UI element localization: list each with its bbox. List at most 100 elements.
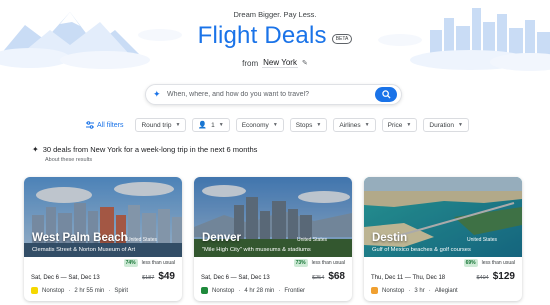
stops-info: Nonstop: [42, 287, 65, 294]
results-summary: ✦ 30 deals from New York for a week-long…: [32, 145, 257, 154]
stops-label: Stops: [295, 121, 313, 129]
destination-description: "Mile High City" with museums & stadiums: [202, 247, 311, 253]
all-filters-button[interactable]: All filters: [86, 121, 123, 129]
trip-dates: Thu, Dec 11 — Thu, Dec 18: [371, 275, 446, 281]
flight-info: Nonstop · 4 hr 28 min · Frontier: [201, 287, 305, 294]
destination-description: Gulf of Mexico beaches & golf courses: [372, 247, 471, 253]
cabin-class-label: Economy: [241, 121, 269, 129]
airline-name: Frontier: [284, 287, 306, 294]
deal-card[interactable]: West Palm Beach United States Clematis S…: [24, 177, 182, 301]
destination-image: Denver United States "Mile High City" wi…: [194, 177, 352, 257]
destination-country: United States: [296, 237, 327, 243]
separator: ·: [238, 287, 241, 294]
trip-type-label: Round trip: [141, 121, 172, 129]
trip-dates: Sat, Dec 6 — Sat, Dec 13: [31, 275, 100, 281]
price-label: Price: [387, 121, 403, 129]
separator: ·: [428, 287, 431, 294]
discount-percent: 69%: [463, 259, 478, 267]
destination-country: United States: [466, 237, 497, 243]
flight-duration: 3 hr: [414, 287, 425, 294]
deal-card[interactable]: Denver United States "Mile High City" wi…: [194, 177, 352, 301]
price-block: $187 $49: [142, 271, 175, 282]
chevron-down-icon: ▼: [316, 122, 322, 128]
destination-city: Denver: [202, 232, 241, 244]
discount-text: less than usual: [141, 260, 175, 266]
deal-price: $129: [492, 271, 515, 282]
usual-price: $187: [142, 275, 155, 281]
discount-text: less than usual: [481, 260, 515, 266]
beta-badge: BETA: [331, 34, 353, 44]
separator: ·: [68, 287, 71, 294]
separator: ·: [108, 287, 111, 294]
trip-type-dropdown[interactable]: Round trip ▼: [135, 118, 187, 132]
origin-selector: from New York ✎: [0, 58, 550, 68]
search-bar: ✦: [145, 84, 402, 105]
usual-price: $254: [312, 275, 325, 281]
stops-info: Nonstop: [212, 287, 235, 294]
trip-dates: Sat, Dec 6 — Sat, Dec 13: [201, 275, 270, 281]
chevron-down-icon: ▼: [272, 122, 278, 128]
chevron-down-icon: ▼: [175, 122, 181, 128]
flight-info: Nonstop · 3 hr · Allegiant: [371, 287, 458, 294]
deal-card[interactable]: Destin United States Gulf of Mexico beac…: [364, 177, 522, 301]
sparkle-icon: ✦: [32, 145, 39, 154]
price-filter[interactable]: Price ▼: [381, 118, 418, 132]
deal-price: $68: [328, 271, 345, 282]
chevron-down-icon: ▼: [406, 122, 412, 128]
flight-duration: 2 hr 55 min: [74, 287, 105, 294]
page-title: Flight Deals: [197, 22, 327, 49]
destination-image: Destin United States Gulf of Mexico beac…: [364, 177, 522, 257]
airlines-label: Airlines: [339, 121, 361, 129]
cabin-class-dropdown[interactable]: Economy ▼: [235, 118, 284, 132]
tagline: Dream Bigger. Pay Less.: [233, 10, 317, 19]
discount-badge: 69% less than usual: [463, 259, 515, 267]
destination-city: Destin: [372, 232, 408, 244]
airline-name: Spirit: [114, 287, 129, 294]
airline-logo-icon: [31, 287, 38, 294]
all-filters-label: All filters: [97, 121, 124, 129]
from-label: from: [242, 58, 259, 68]
destination-country: United States: [126, 237, 157, 243]
origin-city-field[interactable]: New York: [262, 58, 298, 68]
chevron-down-icon: ▼: [457, 122, 463, 128]
airline-logo-icon: [201, 287, 208, 294]
deal-price: $49: [158, 271, 175, 282]
sparkle-icon: ✦: [153, 89, 161, 99]
separator: ·: [278, 287, 281, 294]
airline-logo-icon: [371, 287, 378, 294]
filters-icon: [86, 121, 94, 129]
chevron-down-icon: ▼: [218, 122, 224, 128]
title-row: Flight Deals BETA: [0, 22, 550, 50]
price-block: $404 $129: [477, 271, 516, 282]
usual-price: $404: [476, 275, 489, 281]
deals-list: West Palm Beach United States Clematis S…: [24, 177, 526, 301]
duration-filter[interactable]: Duration ▼: [423, 118, 469, 132]
search-button[interactable]: [375, 87, 397, 102]
discount-text: less than usual: [311, 260, 345, 266]
filter-bar: All filters Round trip ▼ 👤 1 ▼ Economy ▼…: [86, 118, 469, 132]
stops-filter[interactable]: Stops ▼: [289, 118, 328, 132]
discount-badge: 73% less than usual: [293, 259, 345, 267]
discount-percent: 73%: [293, 259, 308, 267]
duration-label: Duration: [429, 121, 454, 129]
airlines-filter[interactable]: Airlines ▼: [333, 118, 376, 132]
about-results-link[interactable]: About these results: [45, 157, 92, 163]
separator: ·: [408, 287, 411, 294]
search-icon: [381, 90, 391, 99]
results-summary-text: 30 deals from New York for a week-long t…: [42, 145, 258, 154]
passengers-label: 1: [211, 121, 215, 129]
discount-percent: 74%: [123, 259, 138, 267]
search-input[interactable]: [167, 91, 375, 98]
discount-badge: 74% less than usual: [123, 259, 175, 267]
destination-description: Clematis Street & Norton Museum of Art: [32, 247, 136, 253]
person-icon: 👤: [198, 122, 208, 129]
destination-city: West Palm Beach: [32, 232, 128, 244]
chevron-down-icon: ▼: [364, 122, 370, 128]
stops-info: Nonstop: [382, 287, 405, 294]
destination-image: West Palm Beach United States Clematis S…: [24, 177, 182, 257]
price-block: $254 $68: [312, 271, 345, 282]
passengers-dropdown[interactable]: 👤 1 ▼: [192, 118, 230, 132]
edit-pencil-icon[interactable]: ✎: [302, 59, 308, 67]
airline-name: Allegiant: [434, 287, 458, 294]
flight-info: Nonstop · 2 hr 55 min · Spirit: [31, 287, 128, 294]
